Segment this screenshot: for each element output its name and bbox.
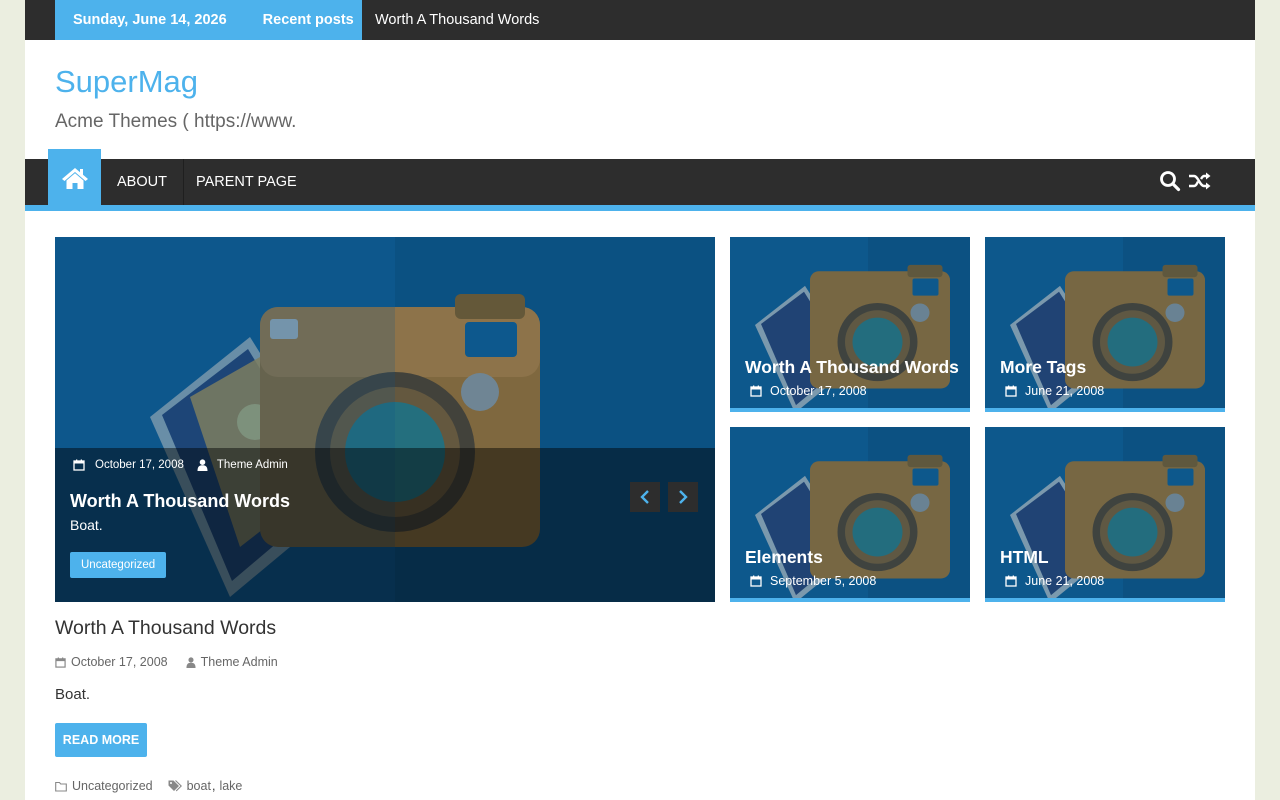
- search-button[interactable]: [1159, 170, 1183, 194]
- tile-date: June 21, 2008: [1005, 574, 1104, 588]
- chevron-right-icon: [679, 490, 688, 504]
- user-icon: [186, 656, 196, 668]
- tile-date: October 17, 2008: [750, 384, 867, 398]
- random-icon: [1189, 172, 1211, 190]
- article-title-link[interactable]: Worth A Thousand Words: [55, 617, 276, 640]
- calendar-icon: [750, 575, 762, 587]
- calendar-icon: [1005, 385, 1017, 397]
- site-description: Acme Themes ( https://www.: [55, 111, 297, 132]
- tile-title-link[interactable]: HTML: [1000, 547, 1049, 568]
- camera-image: [985, 237, 1225, 408]
- calendar-icon: [1005, 575, 1017, 587]
- featured-tile[interactable]: More Tags June 21, 2008: [985, 237, 1225, 412]
- slide-author-link[interactable]: Theme Admin: [217, 459, 288, 471]
- main-navigation: ABOUT PARENT PAGE: [25, 149, 1255, 211]
- top-bar: Sunday, June 14, 2026 Recent posts Worth …: [25, 0, 1255, 40]
- featured-slider[interactable]: October 17, 2008 Theme Admin Worth A Tho…: [55, 237, 715, 602]
- tag-link[interactable]: boat: [187, 779, 211, 793]
- home-button[interactable]: [48, 149, 101, 207]
- slide-category-badge[interactable]: Uncategorized: [70, 552, 167, 578]
- nav-item-parent-page[interactable]: PARENT PAGE: [181, 159, 312, 205]
- calendar-icon: [73, 459, 85, 471]
- article-excerpt: Boat.: [55, 686, 91, 703]
- site-title-link[interactable]: SuperMag: [55, 64, 198, 100]
- article-meta: October 17, 2008 Theme Admin: [55, 655, 278, 669]
- tile-date-link[interactable]: October 17, 2008: [770, 384, 867, 398]
- article-date-link[interactable]: October 17, 2008: [71, 655, 168, 669]
- article-author-link[interactable]: Theme Admin: [201, 655, 278, 669]
- camera-image: [730, 237, 970, 408]
- random-post-button[interactable]: [1188, 170, 1212, 194]
- camera-image: [730, 427, 970, 598]
- tile-date: September 5, 2008: [750, 574, 876, 588]
- current-date: Sunday, June 14, 2026: [73, 12, 227, 28]
- featured-tile[interactable]: HTML June 21, 2008: [985, 427, 1225, 602]
- featured-tile[interactable]: Elements September 5, 2008: [730, 427, 970, 602]
- tile-date-link[interactable]: September 5, 2008: [770, 574, 876, 588]
- tile-date: June 21, 2008: [1005, 384, 1104, 398]
- read-more-button[interactable]: READ MORE: [55, 723, 147, 757]
- article-footer: Uncategorized boat, lake: [55, 779, 242, 793]
- slider-next-button[interactable]: [668, 482, 698, 512]
- date-block: Sunday, June 14, 2026 Recent posts: [55, 0, 362, 40]
- chevron-left-icon: [640, 490, 649, 504]
- folder-icon: [55, 781, 67, 792]
- slide-title-link[interactable]: Worth A Thousand Words: [70, 491, 290, 512]
- slider-prev-button[interactable]: [630, 482, 660, 512]
- slide-excerpt: Boat.: [70, 517, 103, 533]
- search-icon: [1160, 171, 1181, 192]
- tile-title-link[interactable]: Elements: [745, 547, 823, 568]
- tile-date-link[interactable]: June 21, 2008: [1025, 384, 1104, 398]
- recent-posts-label: Recent posts: [262, 12, 354, 28]
- featured-tile[interactable]: Worth A Thousand Words October 17, 2008: [730, 237, 970, 412]
- page: Sunday, June 14, 2026 Recent posts Worth …: [25, 0, 1255, 800]
- tags-icon: [168, 780, 182, 792]
- calendar-icon: [750, 385, 762, 397]
- tag-link[interactable]: lake: [219, 779, 242, 793]
- tile-title-link[interactable]: Worth A Thousand Words: [745, 357, 959, 378]
- user-icon: [197, 459, 208, 471]
- calendar-icon: [55, 656, 66, 668]
- recent-post-ticker-link[interactable]: Worth A Thousand Words: [375, 0, 539, 40]
- slide-caption-overlay: [55, 448, 715, 602]
- slide-meta: October 17, 2008 Theme Admin: [73, 459, 288, 471]
- nav-item-about[interactable]: ABOUT: [101, 159, 184, 205]
- camera-image: [985, 427, 1225, 598]
- article-category-link[interactable]: Uncategorized: [72, 779, 153, 793]
- tile-title-link[interactable]: More Tags: [1000, 357, 1086, 378]
- slide-date-link[interactable]: October 17, 2008: [95, 459, 184, 471]
- home-icon: [61, 168, 88, 189]
- tile-date-link[interactable]: June 21, 2008: [1025, 574, 1104, 588]
